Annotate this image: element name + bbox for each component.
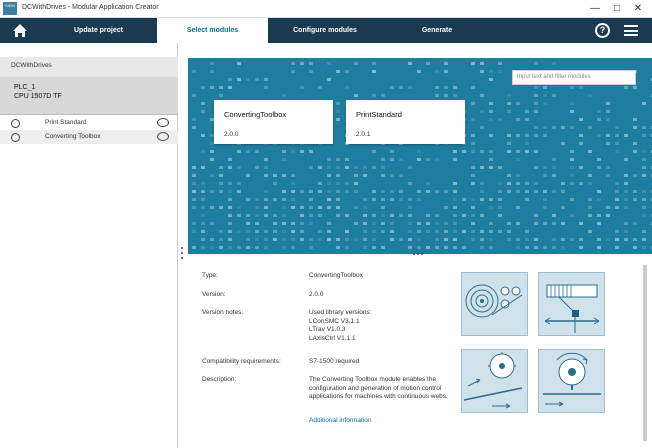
module-label: Print Standard — [45, 119, 87, 126]
tab-select-modules[interactable]: Select modules — [157, 18, 268, 43]
tab-update-project[interactable]: Update project — [40, 18, 157, 43]
winder-rolls-illustration — [461, 272, 528, 336]
module-gallery: Input text and filter modules Converting… — [188, 58, 652, 254]
version-value: 2.0.0 — [309, 291, 324, 298]
compatibility-value: S7-1500 required — [309, 358, 360, 365]
close-icon[interactable]: ✕ — [628, 1, 648, 17]
plc-cpu: CPU 1507D TF — [14, 93, 62, 100]
type-value: ConvertingToolbox — [309, 272, 363, 279]
module-card-title: ConvertingToolbox — [224, 110, 287, 119]
help-icon[interactable]: ? — [595, 23, 610, 38]
hamburger-menu-icon[interactable] — [624, 25, 638, 36]
minimize-icon[interactable]: — — [585, 1, 605, 17]
plc-node[interactable]: PLC_1 CPU 1507D TF — [0, 77, 178, 115]
vertical-splitter-handle[interactable] — [180, 247, 184, 265]
tab-generate[interactable]: Generate — [382, 18, 492, 43]
version-notes-label: Version notes: — [202, 309, 244, 316]
status-oval-icon — [157, 132, 169, 141]
plc-name: PLC_1 — [14, 84, 36, 91]
version-label: Version: — [202, 291, 226, 298]
tab-configure-modules[interactable]: Configure modules — [268, 18, 382, 43]
radio-button[interactable] — [11, 133, 20, 142]
radio-button[interactable] — [11, 119, 20, 128]
app-logo-icon: SIEM — [3, 2, 17, 15]
horizontal-splitter-handle[interactable] — [413, 250, 429, 255]
home-button[interactable] — [0, 18, 40, 43]
home-icon — [13, 24, 27, 37]
module-card-version: 2.0.0 — [224, 131, 239, 138]
type-label: Type: — [202, 272, 218, 279]
module-card-title: PrintStandard — [356, 110, 402, 119]
main-nav: Update project Select modules Configure … — [0, 18, 652, 43]
description-label: Description: — [202, 376, 237, 383]
module-details: Type: ConvertingToolbox Version: 2.0.0 V… — [188, 258, 652, 448]
module-card-version: 2.0.1 — [356, 131, 371, 138]
additional-information-link[interactable]: Additional information — [309, 417, 372, 424]
window-title: DCWithDrives - Modular Application Creat… — [22, 4, 159, 11]
module-card-printstandard[interactable]: PrintStandard 2.0.1 — [346, 100, 465, 144]
version-notes: Used library versions: LConSMC V3.1.1 LT… — [309, 309, 372, 342]
module-filter-input[interactable]: Input text and filter modules — [512, 70, 636, 85]
traverse-axis-illustration — [538, 272, 605, 336]
compatibility-label: Compatibility requirements: — [202, 358, 281, 365]
description-text: The Converting Toolbox module enables th… — [309, 376, 448, 400]
title-bar: SIEM DCWithDrives - Modular Application … — [0, 0, 652, 18]
cross-cutter-illustration — [538, 349, 605, 413]
project-tree-panel: DCWithDrives PLC_1 CPU 1507D TF Print St… — [0, 43, 178, 448]
details-scrollbar[interactable] — [643, 265, 647, 441]
module-card-convertingtoolbox[interactable]: ConvertingToolbox 2.0.0 — [214, 100, 333, 144]
project-name: DCWithDrives — [0, 57, 178, 77]
dot-pattern-background — [192, 62, 652, 249]
module-row-print-standard[interactable]: Print Standard — [0, 116, 178, 130]
status-oval-icon — [157, 118, 169, 127]
maximize-icon[interactable]: □ — [607, 1, 627, 17]
module-row-converting-toolbox[interactable]: Converting Toolbox — [0, 130, 178, 144]
rotary-knife-illustration — [461, 349, 528, 413]
module-label: Converting Toolbox — [45, 133, 101, 140]
